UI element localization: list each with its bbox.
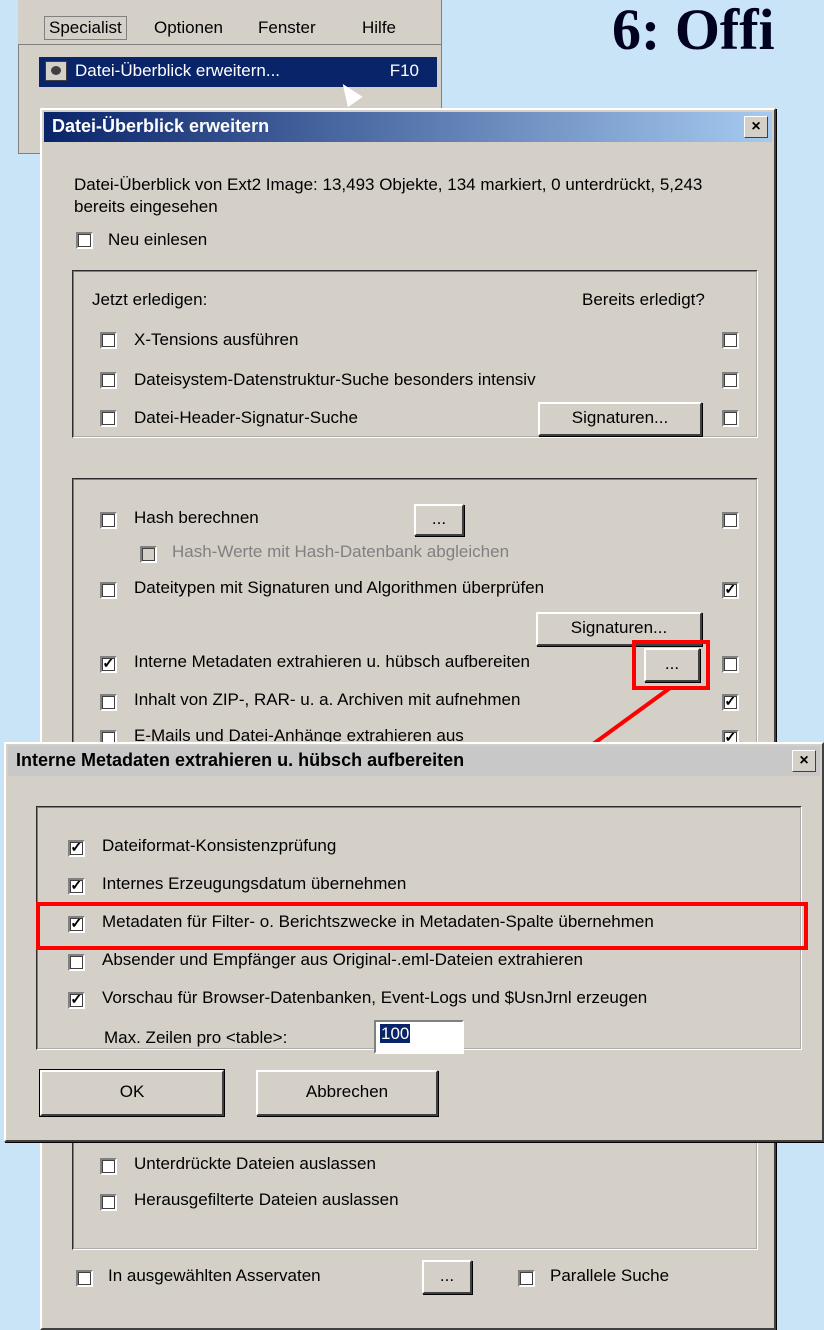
hash-db-label: Hash-Werte mit Hash-Datenbank abgleichen [172, 542, 510, 561]
archives-done-checkbox[interactable]: ✓ [722, 694, 739, 711]
xtensions-label: X-Tensions ausführen [134, 330, 299, 349]
evidence-options-button[interactable]: ... [422, 1260, 472, 1294]
camera-icon [45, 61, 67, 81]
preview-checkbox[interactable]: ✓ [68, 992, 85, 1009]
filetypes-label: Dateitypen mit Signaturen und Algorithme… [134, 578, 545, 597]
preview-label: Vorschau für Browser-Datenbanken, Event-… [102, 988, 648, 1007]
menu-specialist[interactable]: Specialist [44, 16, 127, 40]
menu-fenster[interactable]: Fenster [258, 18, 316, 38]
slide-title: 6: Offi [612, 0, 775, 62]
max-rows-label: Max. Zeilen pro <table>: [104, 1028, 288, 1047]
fs-search-done-checkbox[interactable] [722, 372, 739, 389]
filtered-checkbox[interactable] [100, 1194, 117, 1211]
header-sig-done-checkbox[interactable] [722, 410, 739, 427]
metadata-done-checkbox[interactable] [722, 656, 739, 673]
hash-checkbox[interactable] [100, 512, 117, 529]
filetypes-done-checkbox[interactable]: ✓ [722, 582, 739, 599]
max-rows-value: 100 [380, 1024, 411, 1043]
creation-date-label: Internes Erzeugungsdatum übernehmen [102, 874, 407, 893]
group-header-now: Jetzt erledigen: [92, 290, 208, 309]
overview-summary: Datei-Überblick von Ext2 Image: 13,493 O… [74, 175, 703, 216]
dialog-title: Datei-Überblick erweitern [52, 116, 270, 136]
reread-checkbox[interactable] [76, 232, 93, 249]
metadata-label: Interne Metadaten extrahieren u. hübsch … [134, 652, 530, 671]
dialog-titlebar: Datei-Überblick erweitern × [44, 112, 772, 142]
max-rows-input[interactable]: 100 [374, 1020, 464, 1054]
menu-optionen[interactable]: Optionen [154, 18, 223, 38]
header-sig-checkbox[interactable] [100, 410, 117, 427]
parallel-checkbox[interactable] [518, 1270, 535, 1287]
suppressed-label: Unterdrückte Dateien auslassen [134, 1154, 376, 1173]
signatures-button-1[interactable]: Signaturen... [538, 402, 702, 436]
eml-sender-label: Absender und Empfänger aus Original-.eml… [102, 950, 583, 969]
hash-db-checkbox[interactable] [140, 546, 157, 563]
parallel-label: Parallele Suche [550, 1266, 670, 1285]
archives-label: Inhalt von ZIP-, RAR- u. a. Archiven mit… [134, 690, 521, 709]
menu-item-expand-overview[interactable]: Datei-Überblick erweitern... F10 [39, 57, 437, 87]
hash-done-checkbox[interactable] [722, 512, 739, 529]
sub-dialog-titlebar: Interne Metadaten extrahieren u. hübsch … [8, 746, 820, 776]
consistency-label: Dateiformat-Konsistenzprüfung [102, 836, 337, 855]
fs-search-checkbox[interactable] [100, 372, 117, 389]
fs-search-label: Dateisystem-Datenstruktur-Suche besonder… [134, 370, 536, 389]
consistency-checkbox[interactable]: ✓ [68, 840, 85, 857]
menu-bar: Specialist Optionen Fenster Hilfe [18, 0, 442, 44]
cancel-button[interactable]: Abbrechen [256, 1070, 438, 1116]
annotation-box-option [36, 902, 808, 950]
sub-dialog-title: Interne Metadaten extrahieren u. hübsch … [16, 750, 465, 770]
archives-checkbox[interactable] [100, 694, 117, 711]
close-button[interactable]: × [744, 116, 768, 138]
header-sig-label: Datei-Header-Signatur-Suche [134, 408, 358, 427]
eml-sender-checkbox[interactable] [68, 954, 85, 971]
filtered-label: Herausgefilterte Dateien auslassen [134, 1190, 399, 1209]
hash-label: Hash berechnen [134, 508, 259, 527]
ok-button[interactable]: OK [39, 1069, 225, 1117]
menu-item-label: Datei-Überblick erweitern... [75, 61, 281, 80]
group-header-done: Bereits erledigt? [582, 290, 705, 309]
creation-date-checkbox[interactable]: ✓ [68, 878, 85, 895]
reread-label: Neu einlesen [108, 230, 208, 249]
filetypes-checkbox[interactable] [100, 582, 117, 599]
suppressed-checkbox[interactable] [100, 1158, 117, 1175]
hash-options-button[interactable]: ... [414, 504, 464, 536]
evidence-label: In ausgewählten Asservaten [108, 1266, 321, 1285]
menu-hilfe[interactable]: Hilfe [362, 18, 396, 38]
xtensions-checkbox[interactable] [100, 332, 117, 349]
sub-close-button[interactable]: × [792, 750, 816, 772]
xtensions-done-checkbox[interactable] [722, 332, 739, 349]
metadata-checkbox[interactable]: ✓ [100, 656, 117, 673]
evidence-checkbox[interactable] [76, 1270, 93, 1287]
menu-item-shortcut: F10 [389, 61, 419, 80]
